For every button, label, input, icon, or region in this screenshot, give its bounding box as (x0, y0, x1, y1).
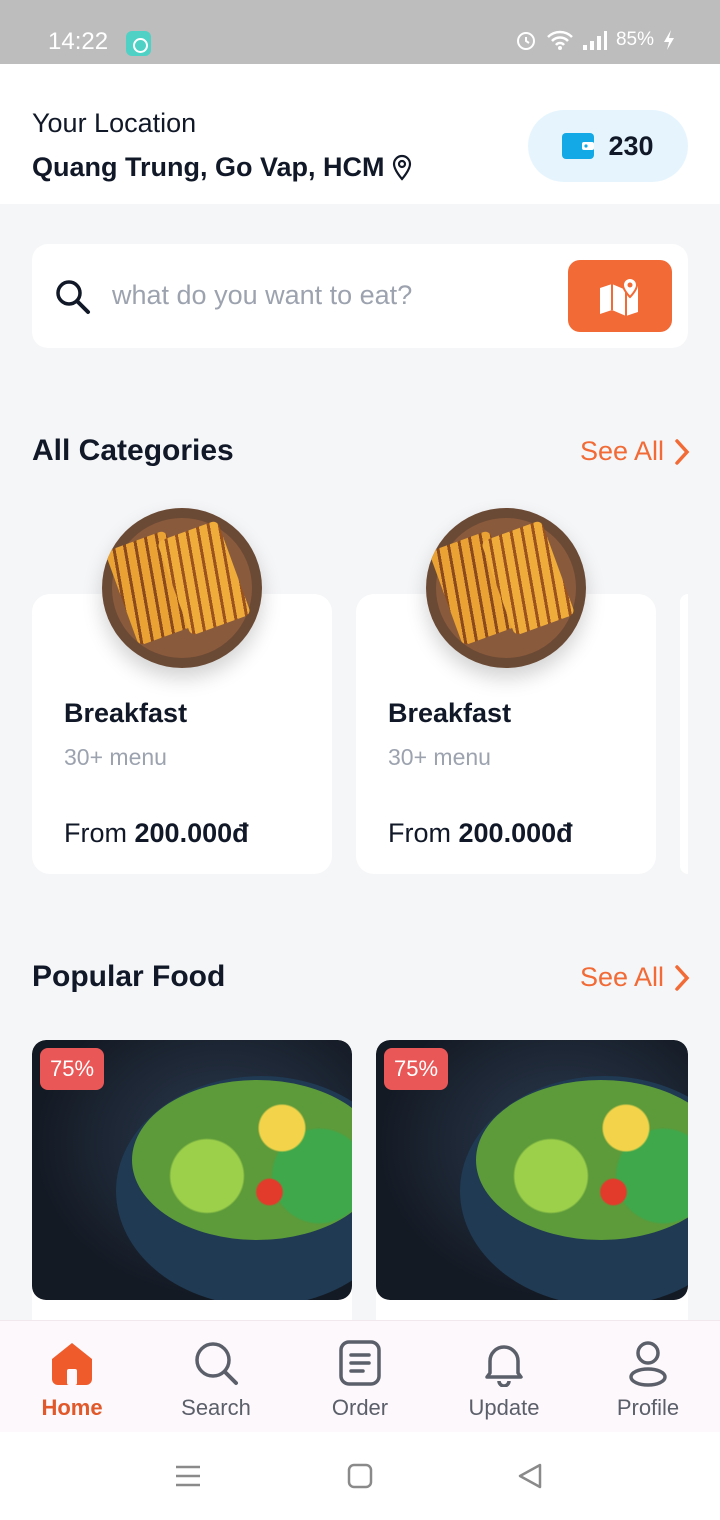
wifi-icon (547, 30, 573, 50)
category-price: From 200.000đ (388, 818, 573, 848)
wallet-balance: 230 (608, 130, 654, 161)
system-navigation (0, 1432, 720, 1520)
location-label: Your Location (32, 108, 197, 138)
nav-home[interactable]: Home (0, 1321, 144, 1432)
home-square-icon[interactable] (346, 1462, 374, 1490)
category-menu-count: 30+ menu (64, 744, 167, 770)
bell-icon (485, 1345, 523, 1387)
nav-label: Home (41, 1395, 103, 1420)
popular-see-all[interactable]: See All (580, 962, 690, 993)
categories-see-all[interactable]: See All (580, 436, 690, 467)
signal-icon (582, 31, 607, 50)
popular-title: Popular Food (32, 960, 226, 993)
home-icon (52, 1343, 92, 1385)
category-price: From 200.000đ (64, 818, 249, 848)
nav-label: Order (331, 1395, 389, 1420)
discount-badge: 75% (384, 1048, 449, 1090)
alarm-icon (516, 32, 535, 50)
category-name: Breakfast (388, 698, 512, 728)
category-image (102, 508, 262, 668)
map-icon (600, 276, 639, 316)
category-menu-count: 30+ menu (388, 744, 491, 770)
category-name: Breakfast (64, 698, 188, 728)
app-notification-icon (126, 31, 151, 56)
search-input[interactable]: what do you want to eat? (112, 280, 412, 311)
nav-profile[interactable]: Profile (576, 1321, 720, 1432)
categories-title: All Categories (32, 434, 234, 467)
location-selector[interactable]: Quang Trung, Go Vap, HCM (32, 152, 413, 183)
location-header: Your Location Quang Trung, Go Vap, HCM 2… (0, 64, 720, 204)
status-time: 14:22 (48, 28, 109, 55)
profile-icon (629, 1341, 667, 1387)
nav-search[interactable]: Search (144, 1321, 288, 1432)
search-icon (195, 1342, 238, 1385)
map-pin-icon (392, 154, 411, 181)
bottom-navigation: Home Search Order Update Profile (0, 1320, 720, 1432)
search-icon (56, 280, 90, 314)
status-icons: 85% (514, 28, 676, 52)
food-card[interactable]: 75% (376, 1040, 688, 1340)
see-all-label: See All (579, 962, 664, 992)
nav-update[interactable]: Update (432, 1321, 576, 1432)
wallet-icon (562, 133, 595, 159)
nav-label: Profile (616, 1395, 680, 1420)
chevron-right-icon (675, 964, 690, 991)
category-image (426, 508, 586, 668)
location-value: Quang Trung, Go Vap, HCM (32, 152, 385, 182)
charging-icon (664, 30, 674, 50)
map-button[interactable] (568, 260, 672, 332)
battery-percent: 85% (615, 29, 654, 50)
see-all-label: See All (579, 436, 664, 466)
discount-badge: 75% (40, 1048, 105, 1090)
wallet-button[interactable]: 230 (528, 110, 688, 182)
search-bar[interactable]: what do you want to eat? (32, 244, 688, 348)
food-card[interactable]: 75% (32, 1040, 352, 1340)
nav-label: Search (181, 1395, 251, 1420)
back-icon[interactable] (516, 1462, 544, 1490)
recent-apps-icon[interactable] (174, 1462, 202, 1490)
category-card-peek (680, 594, 688, 874)
nav-order[interactable]: Order (288, 1321, 432, 1432)
chevron-right-icon (675, 438, 690, 465)
order-icon (339, 1340, 381, 1386)
status-bar: 14:22 85% (0, 0, 720, 64)
nav-label: Update (468, 1395, 540, 1420)
